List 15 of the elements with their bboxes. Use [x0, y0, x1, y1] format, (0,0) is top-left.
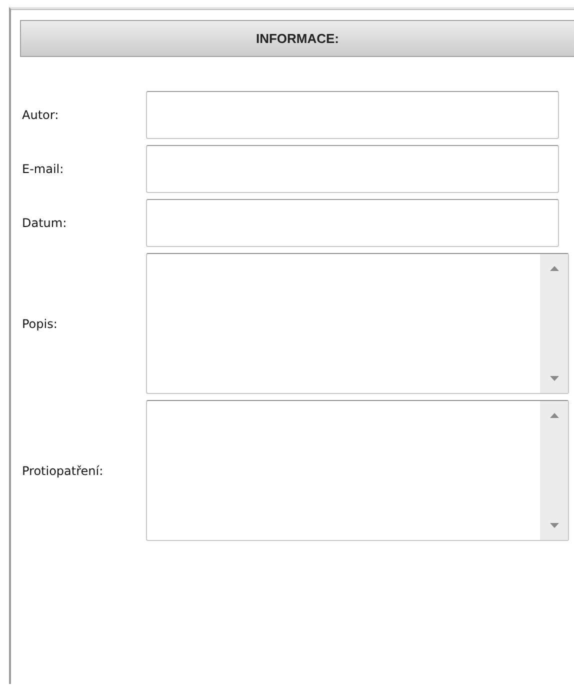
scrollbar[interactable] — [540, 401, 568, 540]
field-label: Protiopatření: — [21, 464, 104, 478]
scroll-up-icon[interactable] — [550, 266, 558, 271]
scroll-down-icon[interactable] — [550, 523, 558, 528]
scroll-up-icon[interactable] — [550, 413, 558, 418]
field-label: Autor: — [21, 108, 60, 122]
section-header: INFORMACE: — [20, 20, 574, 57]
input-field[interactable] — [146, 199, 559, 247]
input-field[interactable] — [146, 145, 559, 193]
field-label: Popis: — [21, 316, 58, 330]
field-label: E-mail: — [21, 162, 65, 176]
scrollbar[interactable] — [540, 254, 568, 393]
field-label: Datum: — [21, 216, 68, 230]
input-field[interactable] — [146, 91, 559, 139]
scroll-down-icon[interactable] — [550, 376, 558, 381]
